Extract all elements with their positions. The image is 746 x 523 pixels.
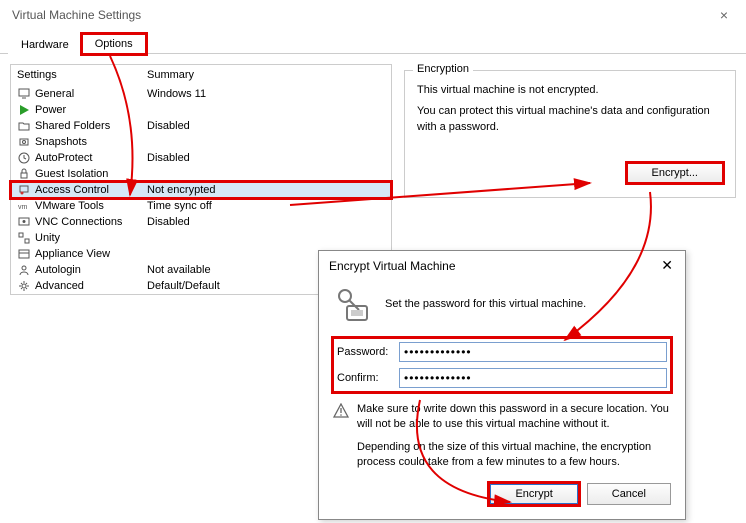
encrypt-button[interactable]: Encrypt... (627, 163, 723, 183)
settings-row-snapshots[interactable]: Snapshots (11, 134, 391, 150)
settings-row-general[interactable]: GeneralWindows 11 (11, 86, 391, 102)
settings-row-power[interactable]: Power (11, 102, 391, 118)
row-label: Shared Folders (35, 120, 147, 132)
settings-row-guest-isolation[interactable]: Guest Isolation (11, 166, 391, 182)
settings-row-shared-folders[interactable]: Shared FoldersDisabled (11, 118, 391, 134)
list-header: Settings Summary (11, 65, 391, 86)
encryption-line2: You can protect this virtual machine's d… (417, 104, 723, 135)
dialog-warning: Make sure to write down this password in… (357, 402, 671, 432)
settings-row-access-control[interactable]: Access ControlNot encrypted (11, 182, 391, 198)
dialog-note: Depending on the size of this virtual ma… (357, 440, 671, 470)
row-label: VNC Connections (35, 216, 147, 228)
row-summary: Not encrypted (147, 184, 385, 196)
encryption-groupbox: Encryption This virtual machine is not e… (404, 70, 736, 198)
settings-row-autoprotect[interactable]: AutoProtectDisabled (11, 150, 391, 166)
settings-row-vnc-connections[interactable]: VNC ConnectionsDisabled (11, 214, 391, 230)
window-title: Virtual Machine Settings (12, 8, 141, 22)
row-label: Advanced (35, 280, 147, 292)
clock-icon (17, 151, 31, 165)
confirm-label: Confirm: (337, 372, 399, 384)
row-label: Autologin (35, 264, 147, 276)
groupbox-legend: Encryption (413, 63, 473, 75)
tab-hardware[interactable]: Hardware (8, 35, 82, 54)
appliance-icon (17, 247, 31, 261)
dialog-prompt: Set the password for this virtual machin… (385, 298, 586, 310)
encrypt-dialog: Encrypt Virtual Machine ✕ Set the passwo… (318, 250, 686, 520)
row-label: Access Control (35, 184, 147, 196)
tab-options[interactable]: Options (82, 34, 146, 54)
row-label: Power (35, 104, 147, 116)
tabstrip: Hardware Options (0, 32, 746, 54)
row-label: AutoProtect (35, 152, 147, 164)
autologin-icon (17, 263, 31, 277)
warning-icon (333, 403, 349, 419)
row-summary: Disabled (147, 216, 385, 228)
unity-icon (17, 231, 31, 245)
row-label: Unity (35, 232, 147, 244)
settings-row-vmware-tools[interactable]: vm VMware ToolsTime sync off (11, 198, 391, 214)
key-icon (333, 284, 373, 324)
confirm-field[interactable] (399, 368, 667, 388)
folder-icon (17, 119, 31, 133)
dialog-titlebar: Encrypt Virtual Machine ✕ (319, 251, 685, 280)
snapshot-icon (17, 135, 31, 149)
advanced-icon (17, 279, 31, 293)
row-summary: Windows 11 (147, 88, 385, 100)
header-summary: Summary (147, 69, 385, 81)
dialog-encrypt-button[interactable]: Encrypt (489, 483, 578, 505)
tools-icon: vm (17, 199, 31, 213)
monitor-icon (17, 87, 31, 101)
access-icon (17, 183, 31, 197)
header-settings: Settings (17, 69, 147, 81)
row-label: Guest Isolation (35, 168, 147, 180)
row-label: Appliance View (35, 248, 147, 260)
row-summary: Disabled (147, 152, 385, 164)
password-field[interactable] (399, 342, 667, 362)
lock-icon (17, 167, 31, 181)
settings-row-unity[interactable]: Unity (11, 230, 391, 246)
close-icon[interactable]: × (712, 5, 736, 25)
row-summary: Time sync off (147, 200, 385, 212)
dialog-cancel-button[interactable]: Cancel (587, 483, 671, 505)
vnc-icon (17, 215, 31, 229)
dialog-close-icon[interactable]: ✕ (657, 257, 677, 274)
password-label: Password: (337, 346, 399, 358)
row-label: General (35, 88, 147, 100)
row-label: Snapshots (35, 136, 147, 148)
row-summary: Disabled (147, 120, 385, 132)
svg-text:vm: vm (18, 204, 28, 211)
titlebar: Virtual Machine Settings × (0, 0, 746, 30)
encryption-line1: This virtual machine is not encrypted. (417, 83, 723, 98)
dialog-title: Encrypt Virtual Machine (329, 259, 456, 273)
play-icon (17, 103, 31, 117)
row-label: VMware Tools (35, 200, 147, 212)
